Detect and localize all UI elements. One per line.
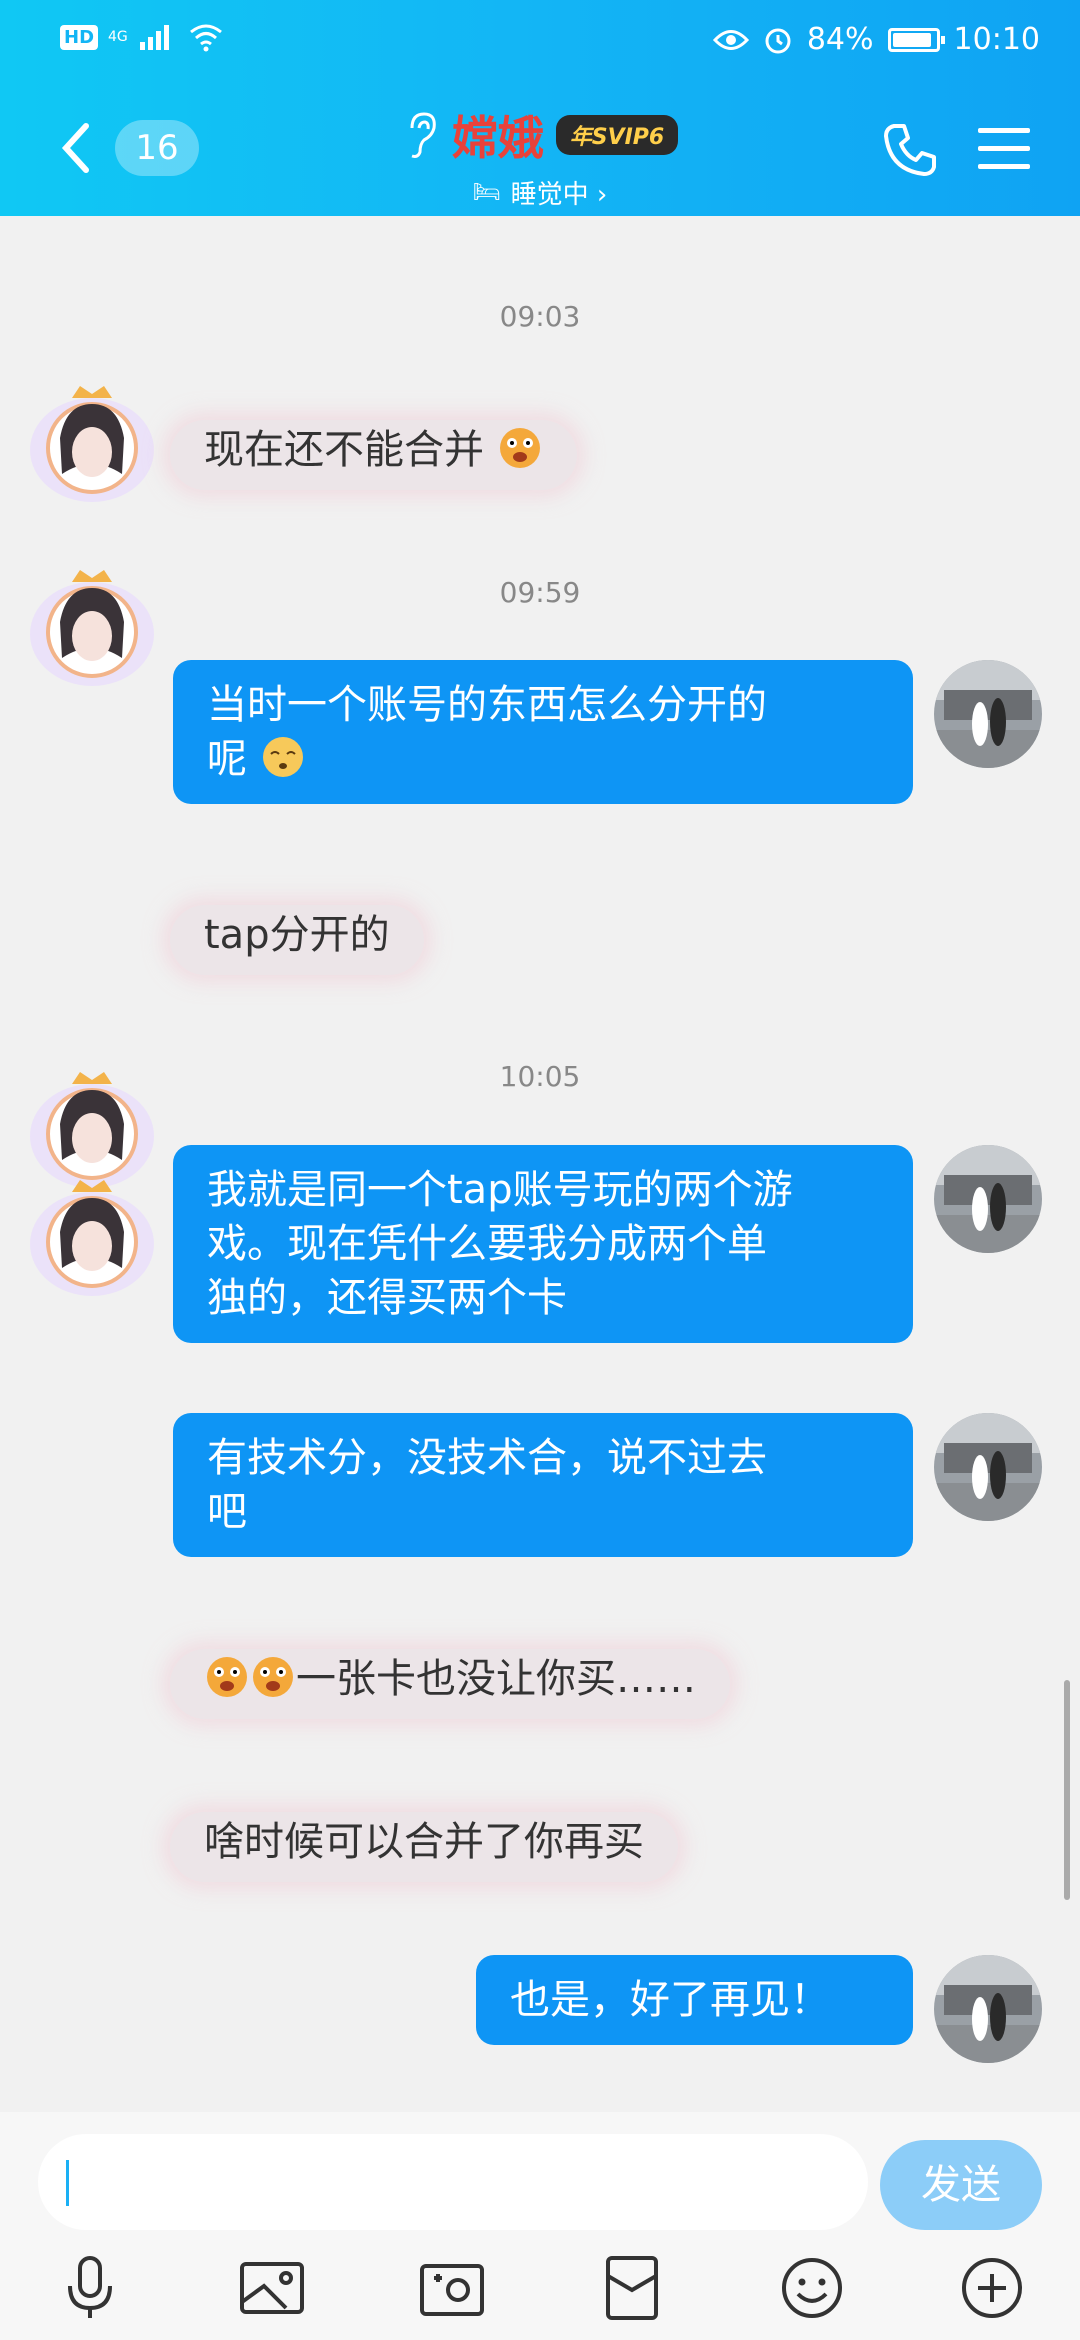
signal-icon	[139, 25, 169, 50]
contact-name: 嫦娥	[451, 111, 544, 165]
chat-header: HD 4G 84% 10:10 16 嫦娥 年SVIP6 🛏 睡觉中 ›	[0, 0, 1080, 216]
message-text: 啥时候可以合并了你再买	[204, 1819, 644, 1865]
wifi-icon	[189, 24, 222, 52]
message-bubble[interactable]: 有技术分，没技术合，说不过去 吧	[173, 1413, 913, 1557]
shocked-emoji-icon	[207, 1657, 247, 1697]
my-avatar[interactable]	[934, 1413, 1042, 1521]
text-caret	[66, 2160, 69, 2206]
message-text-line: 戏。现在凭什么要我分成两个单	[207, 1221, 767, 1267]
menu-icon[interactable]	[976, 124, 1032, 174]
message-input[interactable]	[38, 2134, 868, 2230]
input-bar: 发送	[0, 2112, 1080, 2340]
eye-icon	[712, 29, 749, 50]
toolbar	[0, 2252, 1080, 2332]
plus-icon[interactable]	[956, 2252, 1028, 2324]
emoji-icon[interactable]	[776, 2252, 848, 2324]
message-bubble[interactable]: 我就是同一个tap账号玩的两个游 戏。现在凭什么要我分成两个单 独的，还得买两个…	[173, 1145, 913, 1343]
message-text-line: 吧	[207, 1489, 247, 1535]
message-bubble[interactable]: 啥时候可以合并了你再买	[170, 1812, 678, 1882]
contact-avatar[interactable]	[26, 560, 158, 692]
timestamp: 09:03	[499, 300, 581, 333]
contact-avatar[interactable]	[26, 376, 158, 508]
shocked-emoji-icon	[253, 1657, 293, 1697]
mic-icon[interactable]	[54, 2252, 126, 2324]
alarm-icon	[765, 28, 791, 53]
bed-icon: 🛏	[472, 180, 501, 205]
my-avatar[interactable]	[934, 660, 1042, 768]
sleepy-emoji-icon	[262, 737, 303, 777]
battery-percent: 84%	[806, 22, 874, 57]
image-icon[interactable]	[236, 2252, 308, 2324]
message-text: tap分开的	[204, 912, 390, 958]
message-bubble[interactable]: tap分开的	[170, 905, 424, 975]
phone-icon[interactable]	[880, 120, 940, 180]
shocked-emoji-icon	[499, 428, 540, 468]
message-text: 也是，好了再见！	[510, 1977, 830, 2023]
network-type: 4G	[108, 29, 128, 45]
camera-icon[interactable]	[416, 2252, 488, 2324]
message-text-line: 我就是同一个tap账号玩的两个游	[207, 1167, 793, 1213]
message-bubble[interactable]: 现在还不能合并	[170, 420, 577, 490]
clock: 10:10	[953, 22, 1040, 57]
message-text-line: 独的，还得买两个卡	[207, 1275, 567, 1321]
message-text-line: 当时一个账号的东西怎么分开的	[207, 682, 767, 728]
timestamp: 10:05	[499, 1060, 581, 1093]
message-bubble[interactable]: 当时一个账号的东西怎么分开的 呢	[173, 660, 913, 804]
ear-icon	[410, 112, 436, 158]
message-list[interactable]: 09:03 现在还不能合并 09:59 当时一个账号的东西怎么分开的 呢 tap…	[0, 216, 1080, 2112]
message-bubble[interactable]: 一张卡也没让你买……	[170, 1649, 730, 1719]
status-bar: HD 4G 84% 10:10	[0, 22, 1080, 62]
message-bubble[interactable]: 也是，好了再见！	[476, 1955, 913, 2045]
my-avatar[interactable]	[934, 1955, 1042, 2063]
scrollbar[interactable]	[1064, 1680, 1070, 1900]
timestamp: 09:59	[499, 576, 581, 609]
message-text-line: 呢	[207, 736, 247, 782]
message-text: 现在还不能合并	[204, 427, 484, 473]
red-packet-icon[interactable]	[596, 2252, 668, 2324]
battery-icon	[887, 27, 945, 52]
my-avatar[interactable]	[934, 1145, 1042, 1253]
contact-avatar[interactable]	[26, 1170, 158, 1302]
send-button[interactable]: 发送	[880, 2140, 1042, 2230]
message-text-line: 有技术分，没技术合，说不过去	[207, 1435, 767, 1481]
message-text: 一张卡也没让你买……	[296, 1656, 696, 1702]
contact-status: 睡觉中 ›	[510, 180, 608, 210]
vip-badge: 年SVIP6	[555, 115, 679, 155]
hd-indicator: HD	[60, 24, 99, 50]
